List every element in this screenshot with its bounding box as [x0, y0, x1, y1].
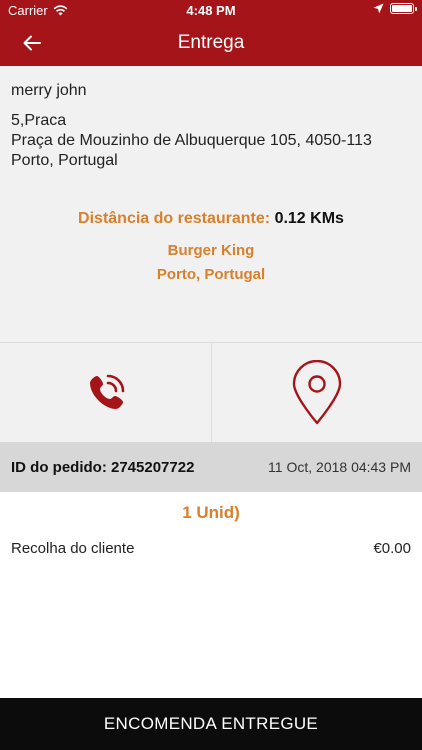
restaurant-name: Burger King [167, 242, 255, 259]
app-header: Carrier 4:48 PM Entrega [0, 0, 422, 66]
location-arrow-icon [373, 3, 384, 14]
order-id: ID do pedido: 2745207722 [11, 459, 195, 476]
status-time: 4:48 PM [186, 3, 236, 18]
status-bar: Carrier 4:48 PM [0, 0, 422, 22]
order-delivered-button[interactable]: ENCOMENDA ENTREGUE [0, 698, 422, 750]
map-pin-icon [292, 360, 342, 425]
customer-name: merry john [11, 82, 87, 99]
distance-value: 0.12 KMs [274, 210, 344, 227]
restaurant-location: Porto, Portugal [156, 266, 266, 283]
action-buttons [0, 342, 422, 443]
distance-label: Distância do restaurante: [78, 210, 271, 227]
battery-icon [390, 3, 417, 14]
page-title: Entrega [177, 32, 245, 53]
call-customer-button[interactable] [0, 343, 211, 443]
line-item-price: €0.00 [373, 540, 411, 557]
order-summary-bar: ID do pedido: 2745207722 11 Oct, 2018 04… [0, 442, 422, 492]
delivery-info-panel: merry john 5,Praca Praça de Mouzinho de … [0, 66, 422, 342]
phone-ringing-icon [89, 374, 124, 409]
address-line-2: Praça de Mouzinho de Albuquerque 105, 40… [11, 132, 372, 149]
open-map-button[interactable] [211, 343, 422, 443]
status-right [373, 3, 417, 14]
order-date: 11 Oct, 2018 04:43 PM [268, 459, 411, 475]
address-line-3: Porto, Portugal [11, 152, 118, 169]
order-units: 1 Unid) [182, 503, 240, 522]
address-line-1: 5,Praca [11, 112, 67, 129]
distance-row: Distância do restaurante: 0.12 KMs [0, 210, 422, 228]
line-item-label: Recolha do cliente [11, 540, 135, 557]
